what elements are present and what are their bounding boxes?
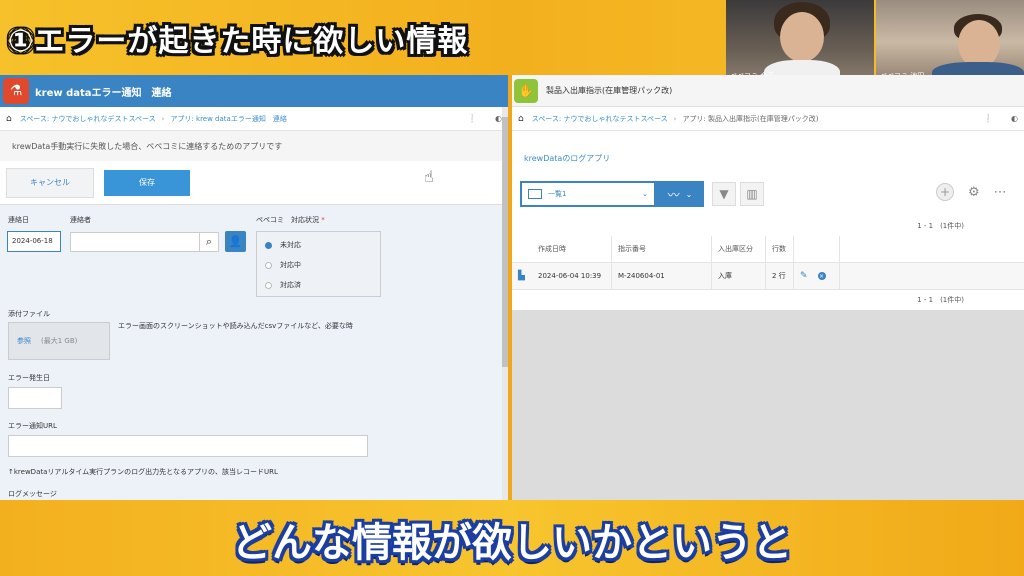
help-icon[interactable]: ◐ (495, 114, 502, 123)
pin-icon[interactable]: ❕ (983, 114, 993, 123)
delete-icon[interactable]: × (817, 272, 826, 280)
save-button[interactable]: 保存 (104, 169, 190, 196)
url-hint: ↑krewDataリアルタイム実行プランのログ出力先となるアプリの、該当レコード… (8, 468, 278, 476)
col-type[interactable]: 入出庫区分 (712, 236, 766, 262)
status-radio-group: 未対応 対応中 対応済 (256, 231, 381, 297)
radio-icon (265, 281, 272, 289)
left-app-header: ⚗ krew dataエラー通知 連絡 (0, 75, 508, 107)
pager-top: 1 - 1 (1件中) (917, 222, 964, 230)
error-url-label: エラー通知URL (8, 422, 57, 430)
add-record-icon[interactable]: + (936, 183, 954, 201)
user-picker-icon[interactable]: 👤 (225, 231, 246, 252)
line-graph-icon: 〰 (667, 187, 680, 202)
contact-person-label: 連絡者 (70, 216, 91, 224)
bar-chart-icon[interactable]: ▥ (740, 182, 764, 206)
right-breadcrumb: ⌂ スペース: ナウでおしゃれなテストスペース › アプリ: 製品入出庫指示(在… (512, 107, 1024, 131)
contact-date-label: 連絡日 (8, 216, 29, 224)
empty-area (512, 310, 1024, 500)
attachment-hint: エラー画面のスクリーンショットや読み込んだcsvファイルなど、必要な時 (118, 322, 353, 330)
right-app-header: ✋ 製品入出庫指示(在庫管理パック改) (512, 75, 1024, 107)
gear-icon[interactable]: ⚙ (968, 185, 980, 200)
breadcrumb-separator: › (161, 114, 165, 123)
cancel-button[interactable]: キャンセル (6, 167, 94, 198)
table-header: 作成日時 指示番号 入出庫区分 行数 (512, 236, 1024, 263)
view-toolbar: 一覧1 ⌄ 〰 ⌄ ▼ ▥ + ⚙ ⋯ (520, 181, 1020, 209)
log-app-link[interactable]: krewDataのログアプリ (512, 131, 1024, 171)
box-icon: ✋ (514, 78, 538, 103)
error-date-input[interactable] (8, 387, 62, 409)
webcam-right: ペペコミ 池田 (876, 0, 1024, 84)
help-icon[interactable]: ◐ (1011, 114, 1018, 123)
attachment-label: 添付ファイル (8, 310, 50, 318)
list-view-icon (528, 189, 542, 199)
breadcrumb-separator: › (673, 114, 677, 123)
webcam-left: ペペコミ 金子 (726, 0, 874, 84)
more-options-icon[interactable]: ⋯ (994, 185, 1007, 200)
cell-lines: 2 行 (766, 263, 794, 289)
left-breadcrumb: ⌂ スペース: ナウでおしゃれなデストスペース › アプリ: krew data… (0, 107, 508, 131)
action-bar: キャンセル 保存 ☝ (0, 161, 508, 205)
chevron-down-icon: ⌄ (642, 190, 648, 198)
breadcrumb-space-link[interactable]: スペース: ナウでおしゃれなテストスペース (532, 114, 668, 124)
error-url-input[interactable] (8, 435, 368, 457)
log-message-label: ログメッセージ (8, 490, 57, 498)
col-instruction-no[interactable]: 指示番号 (612, 236, 712, 262)
flask-icon: ⚗ (3, 78, 29, 104)
home-icon[interactable]: ⌂ (518, 114, 524, 124)
pin-icon[interactable]: ❕ (467, 114, 477, 123)
status-option-in-progress[interactable]: 対応中 (265, 260, 301, 270)
left-app-title: krew dataエラー通知 連絡 (35, 87, 172, 99)
search-icon[interactable]: ⌕ (199, 232, 219, 252)
records-table: 作成日時 指示番号 入出庫区分 行数 ▙ 2024-06-04 10:39 M-… (512, 236, 1024, 290)
graph-select[interactable]: 〰 ⌄ (656, 181, 704, 207)
top-title: ①エラーが起きた時に欲しい情報 (8, 24, 469, 59)
radio-selected-icon (265, 241, 272, 249)
chevron-down-icon: ⌄ (685, 189, 693, 199)
contact-person-input[interactable] (70, 232, 200, 252)
status-option-done[interactable]: 対応済 (265, 280, 301, 290)
status-label: ペペコミ 対応状況 * (256, 216, 325, 224)
error-date-label: エラー発生日 (8, 374, 50, 382)
breadcrumb-app-link[interactable]: アプリ: 製品入出庫指示(在庫管理パック改) (682, 114, 818, 124)
table-row[interactable]: ▙ 2024-06-04 10:39 M-240604-01 入庫 2 行 ✎ … (512, 263, 1024, 290)
record-form: 連絡日 2024-06-18 連絡者 ⌕ 👤 ペペコミ 対応状況 * 未対応 対… (0, 205, 508, 500)
document-icon[interactable]: ▙ (518, 271, 525, 281)
status-option-unhandled[interactable]: 未対応 (265, 240, 301, 250)
right-app-title: 製品入出庫指示(在庫管理パック改) (546, 86, 673, 95)
breadcrumb-space-link[interactable]: スペース: ナウでおしゃれなデストスペース (20, 114, 156, 124)
cell-instruction-no: M-240604-01 (612, 263, 712, 289)
cell-type: 入庫 (712, 263, 766, 289)
home-icon[interactable]: ⌂ (6, 114, 12, 124)
col-lines[interactable]: 行数 (766, 236, 794, 262)
cell-created: 2024-06-04 10:39 (532, 263, 612, 289)
breadcrumb-app-link[interactable]: アプリ: krew dataエラー通知 連絡 (170, 114, 286, 124)
pager-bottom: 1 - 1 (1件中) (917, 296, 964, 304)
hand-cursor-icon: ☝ (424, 167, 434, 186)
app-description: krewData手動実行に失敗した場合、ペペコミに連絡するためのアプリです (0, 131, 508, 161)
radio-icon (265, 261, 272, 269)
col-created[interactable]: 作成日時 (532, 236, 612, 262)
edit-icon[interactable]: ✎ (800, 271, 808, 281)
view-name: 一覧1 (548, 190, 567, 198)
subtitle-caption: どんな情報が欲しいかというと (232, 520, 792, 566)
filter-icon[interactable]: ▼ (712, 182, 736, 206)
right-app-window: ✋ 製品入出庫指示(在庫管理パック改) ⌂ スペース: ナウでおしゃれなテストス… (512, 75, 1024, 500)
view-select[interactable]: 一覧1 ⌄ (520, 181, 656, 207)
contact-date-input[interactable]: 2024-06-18 (7, 231, 61, 252)
left-scrollbar[interactable] (502, 107, 508, 500)
left-app-window: ⚗ krew dataエラー通知 連絡 ⌂ スペース: ナウでおしゃれなデストス… (0, 75, 508, 500)
attachment-browse-button[interactable]: 参照 (最大1 GB) (8, 322, 110, 360)
